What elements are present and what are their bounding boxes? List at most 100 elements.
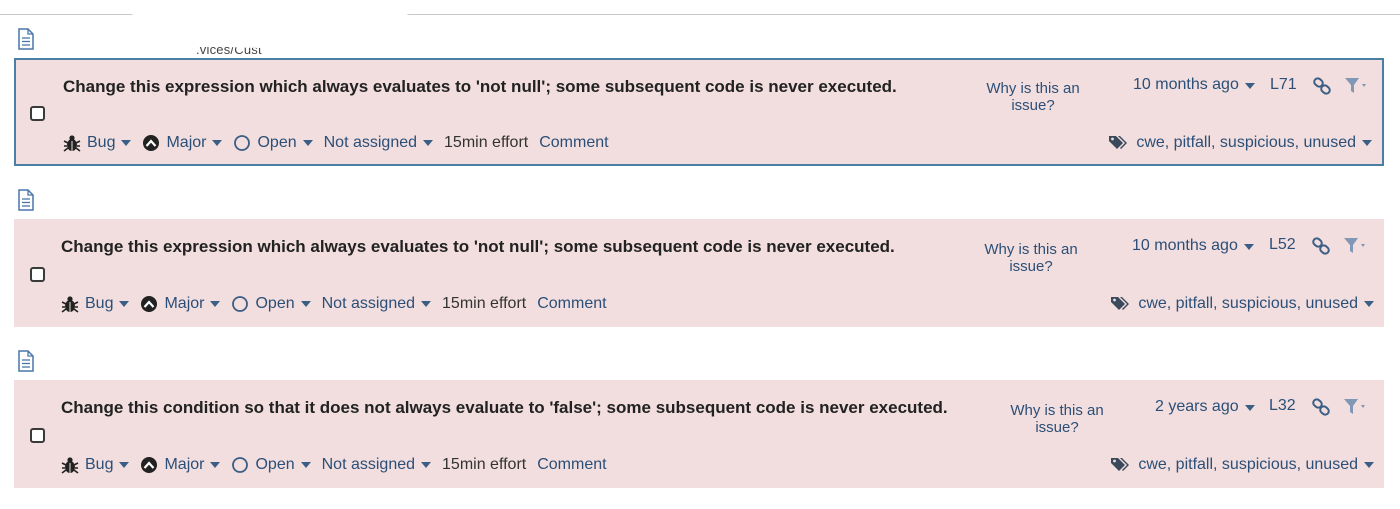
chevron-down-icon [300,462,311,468]
assignee-label: Not assigned [321,295,416,312]
issue-card[interactable]: Change this expression which always eval… [14,219,1384,327]
chevron-down-icon [212,140,223,146]
status-label: Open [255,295,295,312]
issue-checkbox[interactable] [30,267,45,282]
major-severity-icon [141,296,158,312]
status-dropdown[interactable]: Open [233,134,313,152]
issue-age: 10 months ago [1132,237,1238,254]
severity-label: Major [164,295,205,312]
tags-label: cwe, pitfall, suspicious, unused [1138,456,1358,473]
why-is-this-an-issue-link[interactable]: Why is this an issue? [968,80,1098,114]
tags-dropdown[interactable]: cwe, pitfall, suspicious, unused [1110,454,1374,476]
open-status-icon [234,135,251,151]
issue-age-dropdown[interactable]: 10 months ago [1132,237,1254,255]
severity-label: Major [166,134,207,151]
file-header [0,350,1400,374]
assignee-label: Not assigned [323,134,418,151]
chevron-down-icon [121,140,132,146]
issue-meta-row: Bug Major Open Not assigned 15min effort… [61,454,607,476]
redaction-mark [120,0,420,48]
chevron-down-icon [119,301,130,307]
effort-label: 15min effort [442,456,527,473]
line-number[interactable]: L32 [1269,397,1296,415]
tags-label: cwe, pitfall, suspicious, unused [1136,134,1356,151]
chevron-down-icon [1362,140,1372,146]
status-label: Open [257,134,297,151]
filter-icon[interactable] [1344,77,1368,95]
issue-message[interactable]: Change this expression which always eval… [63,74,923,99]
status-label: Open [255,456,295,473]
type-dropdown[interactable]: Bug [63,134,132,152]
tags-label: cwe, pitfall, suspicious, unused [1138,295,1358,312]
open-status-icon [232,457,249,473]
filter-icon[interactable] [1343,398,1367,416]
comment-link[interactable]: Comment [537,456,606,474]
chevron-down-icon [300,301,311,307]
issue-card[interactable]: Change this expression which always eval… [14,58,1384,166]
chevron-down-icon [1243,244,1254,250]
permalink-icon[interactable] [1312,77,1332,95]
chevron-down-icon [119,462,130,468]
line-number[interactable]: L71 [1270,76,1297,94]
chevron-down-icon [1364,301,1374,307]
issue-message[interactable]: Change this condition so that it does no… [61,395,961,420]
chevron-down-icon [210,462,221,468]
issue-age-dropdown[interactable]: 2 years ago [1155,398,1255,416]
permalink-icon[interactable] [1311,237,1331,255]
type-dropdown[interactable]: Bug [61,295,130,313]
file-header [0,189,1400,213]
type-label: Bug [85,295,114,312]
file-icon [18,28,34,50]
chevron-down-icon [210,301,221,307]
tags-icon [1111,297,1130,310]
bug-icon [61,457,79,474]
chevron-down-icon [423,140,434,146]
severity-dropdown[interactable]: Major [140,295,221,313]
permalink-icon[interactable] [1311,398,1331,416]
major-severity-icon [143,135,160,151]
issue-card[interactable]: Change this condition so that it does no… [14,380,1384,488]
issue-age: 10 months ago [1133,76,1239,93]
assignee-label: Not assigned [321,456,416,473]
major-severity-icon [141,457,158,473]
bug-icon [63,135,81,152]
issue-age-dropdown[interactable]: 10 months ago [1133,76,1255,94]
open-status-icon [232,296,249,312]
line-number[interactable]: L52 [1269,236,1296,254]
status-dropdown[interactable]: Open [231,456,311,474]
issue-meta-row: Bug Major Open Not assigned 15min effort… [63,132,609,154]
chevron-down-icon [302,140,313,146]
issue-message[interactable]: Change this expression which always eval… [61,234,921,259]
issue-checkbox[interactable] [30,106,45,121]
severity-dropdown[interactable]: Major [142,134,223,152]
assignee-dropdown[interactable]: Not assigned [321,295,432,313]
why-is-this-an-issue-link[interactable]: Why is this an issue? [966,241,1096,275]
chevron-down-icon [1364,462,1374,468]
filter-icon[interactable] [1343,237,1367,255]
assignee-dropdown[interactable]: Not assigned [321,456,432,474]
comment-link[interactable]: Comment [539,134,608,152]
file-icon [18,189,34,211]
why-is-this-an-issue-link[interactable]: Why is this an issue? [992,402,1122,436]
tags-dropdown[interactable]: cwe, pitfall, suspicious, unused [1108,132,1372,154]
chevron-down-icon [1244,83,1255,89]
severity-dropdown[interactable]: Major [140,456,221,474]
type-label: Bug [85,456,114,473]
tags-icon [1109,136,1128,149]
effort-label: 15min effort [444,134,529,151]
chevron-down-icon [1244,405,1255,411]
issue-age: 2 years ago [1155,398,1239,415]
issue-meta-row: Bug Major Open Not assigned 15min effort… [61,293,607,315]
tags-dropdown[interactable]: cwe, pitfall, suspicious, unused [1110,293,1374,315]
comment-link[interactable]: Comment [537,295,606,313]
type-dropdown[interactable]: Bug [61,456,130,474]
effort-label: 15min effort [442,295,527,312]
tags-icon [1111,458,1130,471]
status-dropdown[interactable]: Open [231,295,311,313]
issue-checkbox[interactable] [30,428,45,443]
type-label: Bug [87,134,116,151]
chevron-down-icon [421,462,432,468]
bug-icon [61,296,79,313]
file-icon [18,350,34,372]
assignee-dropdown[interactable]: Not assigned [323,134,434,152]
